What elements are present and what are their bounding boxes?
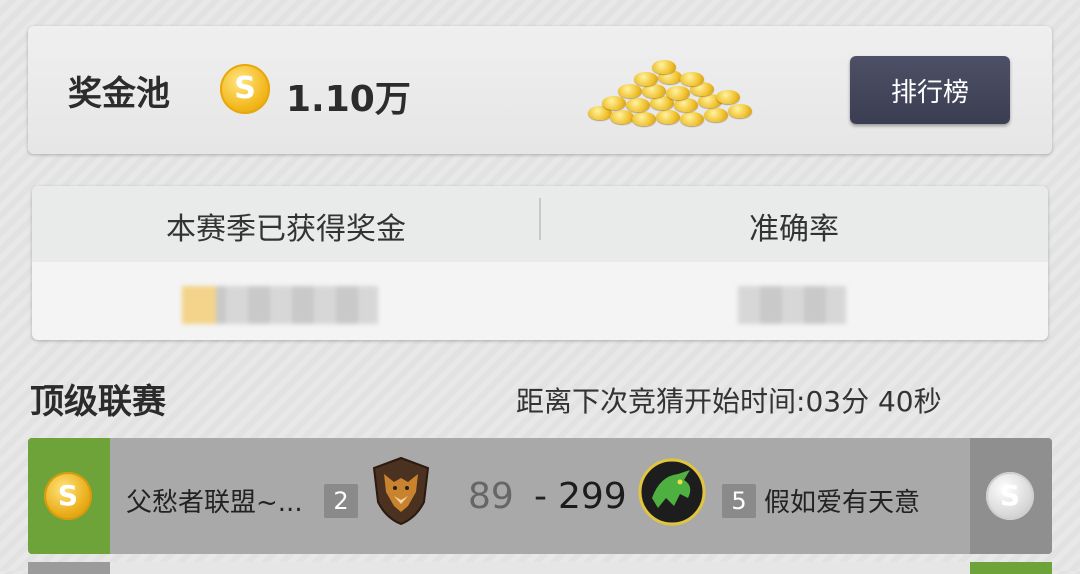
silver-coin-icon: S	[986, 472, 1034, 520]
next-match-row[interactable]	[28, 562, 1052, 574]
prize-pool-title: 奖金池	[68, 74, 170, 114]
fox-shield-icon	[372, 456, 430, 526]
accuracy-value-redacted	[738, 286, 846, 324]
away-score: 299	[558, 476, 627, 517]
green-dragon-icon	[638, 458, 706, 526]
countdown-value: 03分 40秒	[805, 385, 942, 418]
gold-coin-icon: S	[220, 64, 270, 114]
away-team-rank: 5	[722, 484, 756, 518]
season-prize-label: 本赛季已获得奖金	[166, 212, 406, 247]
next-row-right-side	[970, 562, 1052, 574]
away-team-name: 假如爱有天意	[764, 488, 921, 518]
accuracy-label: 准确率	[749, 212, 839, 247]
match-row[interactable]: S 父愁者联盟~... 2 89 - 299 5 假如爱有天意 S	[28, 438, 1052, 554]
next-row-left-side	[28, 562, 110, 574]
score-separator: -	[534, 476, 547, 517]
home-score: 89	[468, 476, 514, 517]
coin-pile-icon	[568, 50, 758, 134]
bet-home-side[interactable]: S	[28, 438, 110, 554]
home-team-rank: 2	[324, 484, 358, 518]
home-team-name: 父愁者联盟~...	[126, 488, 303, 518]
league-title: 顶级联赛	[30, 382, 166, 422]
season-prize-value-redacted	[182, 286, 378, 324]
gold-coin-icon: S	[44, 472, 92, 520]
next-guess-countdown: 距离下次竞猜开始时间:03分 40秒	[516, 380, 942, 420]
stats-header: 本赛季已获得奖金 准确率	[32, 186, 1048, 262]
leaderboard-button[interactable]: 排行榜	[850, 56, 1010, 124]
prize-pool-value: 1.10万	[286, 79, 411, 120]
bet-away-side[interactable]: S	[970, 438, 1052, 554]
countdown-label: 距离下次竞猜开始时间:	[516, 385, 806, 418]
season-stats-card: 本赛季已获得奖金 准确率	[32, 186, 1048, 340]
prize-pool-card: 奖金池 S 1.10万 排行榜	[28, 26, 1052, 154]
